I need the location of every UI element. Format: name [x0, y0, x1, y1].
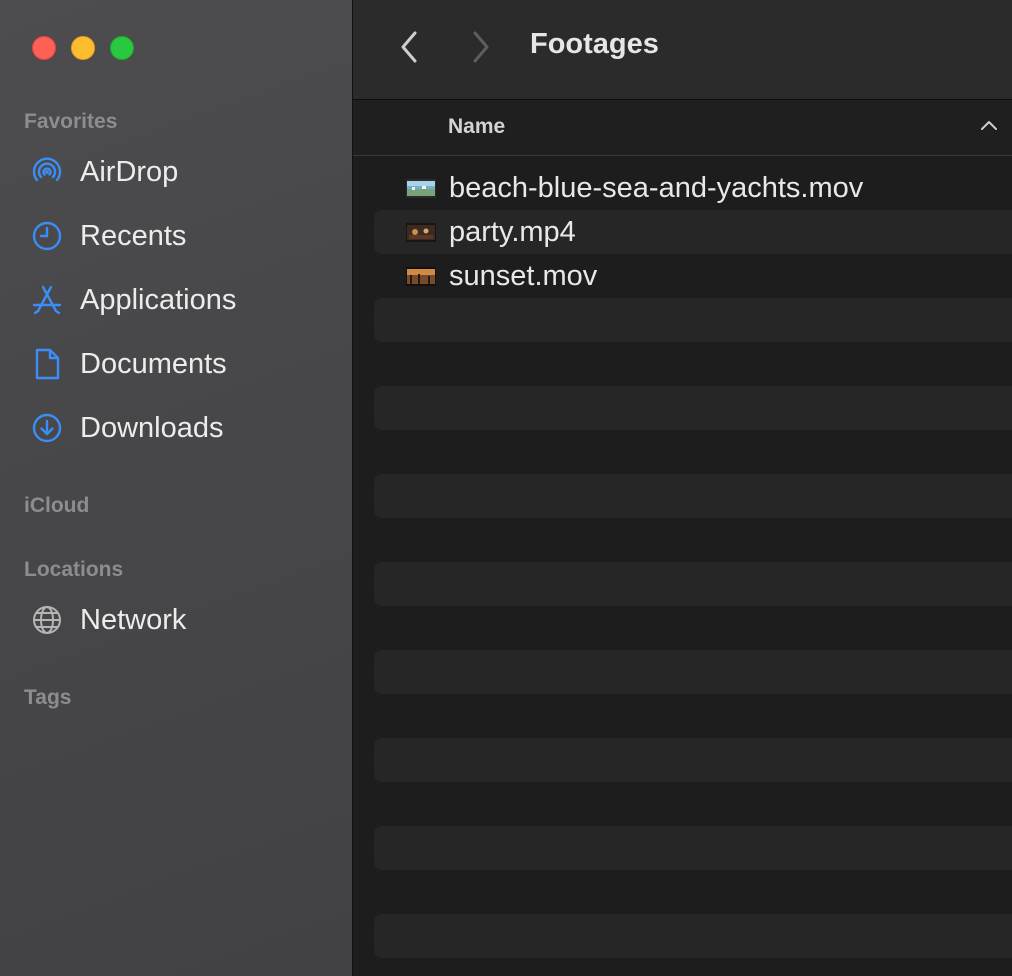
file-name: sunset.mov [449, 259, 598, 292]
row-stripe [374, 474, 1012, 518]
sidebar-item-label: Documents [80, 347, 227, 380]
section-tags[interactable]: Tags [24, 686, 71, 710]
window-controls [32, 36, 134, 60]
download-icon [26, 407, 68, 449]
sidebar-item-airdrop[interactable]: AirDrop [26, 148, 326, 196]
back-button[interactable] [389, 26, 429, 68]
close-button[interactable] [32, 36, 56, 60]
row-stripe [374, 738, 1012, 782]
finder-window: Favorites AirDrop Recents Applications D… [0, 0, 1012, 976]
globe-icon [26, 599, 68, 641]
applications-icon [26, 279, 68, 321]
clock-icon [26, 215, 68, 257]
row-stripe [374, 562, 1012, 606]
section-favorites: Favorites [24, 110, 118, 133]
row-stripe [374, 650, 1012, 694]
main-pane: Footages Name beach-blue-sea-and-yachts.… [353, 0, 1012, 976]
forward-button[interactable] [461, 26, 501, 68]
window-title: Footages [530, 28, 659, 60]
file-row-sunset[interactable]: sunset.mov [406, 254, 597, 298]
video-thumbnail-icon [406, 222, 436, 242]
document-icon [26, 343, 68, 385]
chevron-left-icon [401, 31, 417, 63]
sidebar-item-applications[interactable]: Applications [26, 276, 326, 324]
chevron-up-icon[interactable] [980, 118, 998, 136]
column-header[interactable]: Name [353, 100, 1012, 156]
airdrop-icon [26, 151, 68, 193]
sidebar-item-label: Downloads [80, 411, 224, 444]
row-stripe [374, 386, 1012, 430]
section-locations[interactable]: Locations [24, 558, 123, 582]
sidebar-item-downloads[interactable]: Downloads [26, 404, 326, 452]
section-icloud[interactable]: iCloud [24, 494, 89, 518]
sidebar-item-label: Applications [80, 283, 237, 316]
file-name: beach-blue-sea-and-yachts.mov [449, 171, 864, 204]
sidebar-item-label: Recents [80, 219, 187, 252]
sidebar-item-network[interactable]: Network [26, 596, 326, 644]
file-name: party.mp4 [449, 215, 576, 248]
file-row-beach[interactable]: beach-blue-sea-and-yachts.mov [406, 166, 863, 210]
row-stripe [374, 826, 1012, 870]
row-stripe [374, 914, 1012, 958]
toolbar: Footages [353, 0, 1012, 100]
sidebar-item-documents[interactable]: Documents [26, 340, 326, 388]
video-thumbnail-icon [406, 266, 436, 286]
sidebar-item-recents[interactable]: Recents [26, 212, 326, 260]
sidebar-item-label: AirDrop [80, 155, 179, 188]
minimize-button[interactable] [71, 36, 95, 60]
sidebar-item-label: Network [80, 603, 187, 636]
row-stripe [374, 298, 1012, 342]
column-name-label[interactable]: Name [448, 115, 505, 139]
file-row-party[interactable]: party.mp4 [406, 210, 576, 254]
sidebar: Favorites AirDrop Recents Applications D… [0, 0, 353, 976]
video-thumbnail-icon [406, 178, 436, 198]
chevron-right-icon [473, 31, 489, 63]
zoom-button[interactable] [110, 36, 134, 60]
